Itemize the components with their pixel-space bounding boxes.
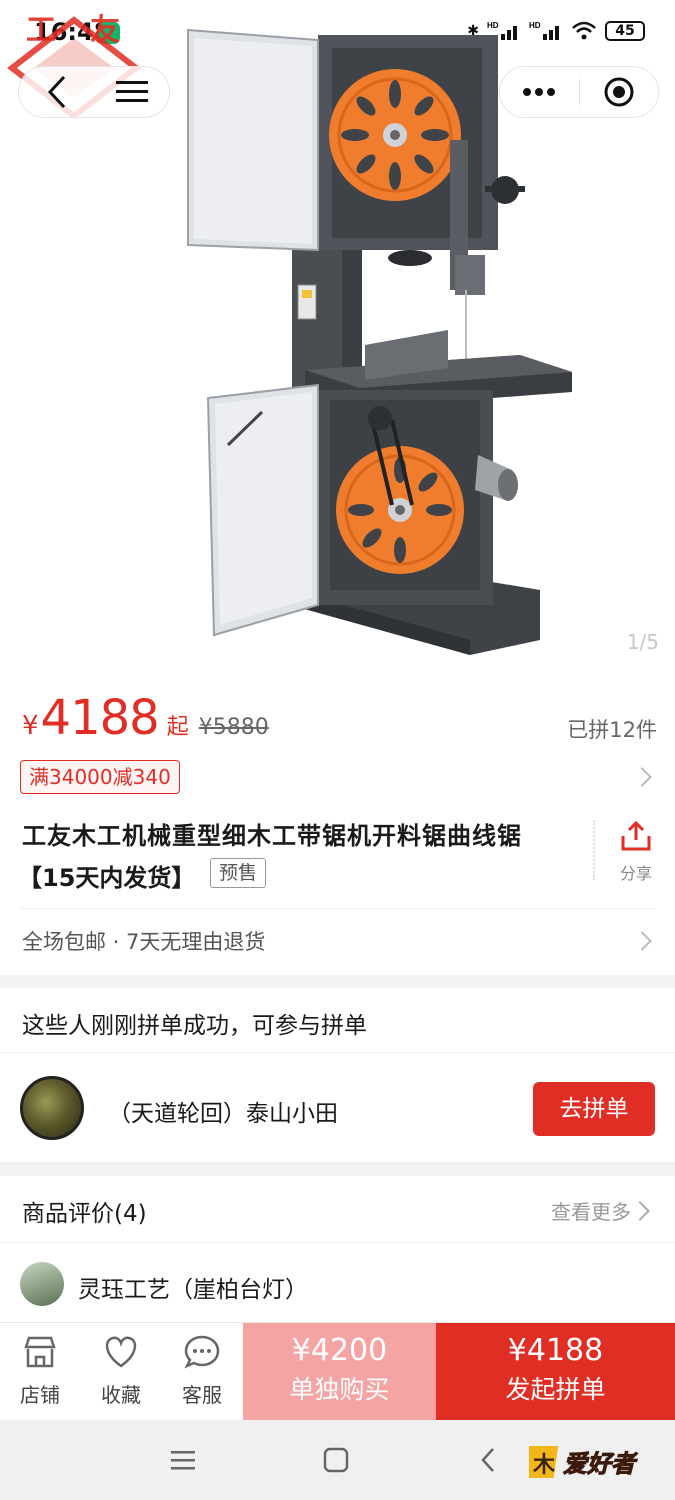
recent-apps-icon[interactable]: [168, 1448, 198, 1472]
price-suffix: 起: [166, 715, 189, 740]
share-label: 分享: [619, 864, 652, 883]
store-icon: [24, 1336, 56, 1368]
review-divider: [0, 1242, 675, 1243]
share-button[interactable]: 分享: [612, 820, 660, 884]
customer-service-button[interactable]: 客服: [162, 1335, 242, 1408]
nav-capsule-right: [499, 66, 659, 118]
join-group-button[interactable]: 去拼单: [533, 1082, 655, 1136]
original-price: ¥5880: [198, 715, 269, 740]
product-info-card: ¥ 4188 起 ¥5880 已拼12件 满34000减340 工友木工机械重型…: [0, 670, 675, 975]
chevron-left-icon: [47, 75, 65, 109]
group-divider: [0, 1052, 675, 1053]
service-promise[interactable]: 全场包邮 · 7天无理由退货: [22, 926, 265, 956]
svg-text:HD: HD: [487, 21, 499, 30]
group-user-name: （天道轮回）泰山小田: [108, 1101, 338, 1127]
favorite-button[interactable]: 收藏: [81, 1335, 161, 1408]
store-button[interactable]: 店铺: [0, 1335, 80, 1408]
menu-button[interactable]: [94, 67, 169, 117]
group-buy-price: ¥4188: [507, 1333, 604, 1368]
service-chevron-icon[interactable]: [632, 931, 652, 951]
home-icon[interactable]: [322, 1446, 350, 1474]
buy-alone-button[interactable]: ¥4200 单独购买: [243, 1323, 436, 1421]
coupon-chevron-icon[interactable]: [632, 767, 652, 787]
product-image-gallery[interactable]: 1/5 16:48 ✱ HD HD 45 工 友: [0, 0, 675, 670]
group-buy-card: 这些人刚刚拼单成功，可参与拼单 （天道轮回）泰山小田 去拼单: [0, 988, 675, 1162]
svg-text:木: 木: [532, 1453, 556, 1478]
image-counter: 1/5: [626, 630, 659, 654]
system-navigation-bar: 木 爱好者: [0, 1420, 675, 1500]
product-title: 工友木工机械重型细木工带锯机开料锯曲线锯: [22, 822, 522, 850]
wifi-icon: [572, 21, 596, 40]
group-price: 4188: [40, 690, 160, 746]
store-label: 店铺: [20, 1383, 60, 1407]
price-row: ¥ 4188 起 ¥5880: [22, 690, 269, 746]
view-more-chevron-icon[interactable]: [630, 1201, 650, 1221]
buy-alone-price: ¥4200: [291, 1333, 388, 1368]
target-close-icon: [604, 77, 634, 107]
reviews-card: 商品评价(4) 查看更多 灵珏工艺（崖柏台灯）: [0, 1176, 675, 1326]
more-button[interactable]: [500, 67, 579, 117]
group-buy-heading: 这些人刚刚拼单成功，可参与拼单: [22, 1013, 367, 1039]
svg-text:HD: HD: [529, 21, 541, 30]
info-divider: [20, 908, 655, 909]
favorite-label: 收藏: [101, 1383, 141, 1407]
group-buy-label: 发起拼单: [505, 1375, 606, 1404]
reviews-heading: 商品评价(4): [22, 1201, 147, 1227]
coupon-badge[interactable]: 满34000减340: [20, 760, 180, 794]
hamburger-menu-icon: [115, 81, 148, 102]
close-miniprogram-button[interactable]: [580, 67, 659, 117]
bluetooth-icon: ✱: [467, 23, 479, 39]
chat-bubble-icon: [184, 1335, 220, 1369]
product-title-shipping: 【15天内发货】: [18, 864, 196, 892]
customer-service-label: 客服: [182, 1383, 222, 1407]
reviewer-name: 灵珏工艺（崖柏台灯）: [78, 1277, 308, 1303]
heart-icon: [105, 1336, 137, 1368]
presale-tag: 预售: [210, 858, 267, 888]
svg-text:爱好者: 爱好者: [563, 1450, 638, 1478]
avatar: [20, 1076, 84, 1140]
signal-icon: HD: [487, 21, 517, 40]
start-group-buy-button[interactable]: ¥4188 发起拼单: [436, 1323, 675, 1421]
reviewer-avatar: [20, 1262, 64, 1306]
back-button[interactable]: [19, 67, 94, 117]
nav-capsule-left: [18, 66, 170, 118]
bottom-action-bar: 店铺 收藏 客服 ¥4200 单独购买 ¥4188 发起拼单: [0, 1322, 675, 1421]
share-icon: [621, 820, 651, 851]
buy-alone-label: 单独购买: [289, 1375, 390, 1404]
watermark-logo: 木 爱好者: [529, 1446, 638, 1479]
svg-text:友: 友: [90, 13, 120, 48]
share-separator: [593, 820, 595, 880]
more-dots-icon: [523, 88, 556, 96]
status-indicators: ✱ HD HD 45: [467, 20, 645, 42]
sold-count: 已拼12件: [567, 718, 657, 742]
back-nav-icon[interactable]: [478, 1446, 498, 1474]
signal-icon-2: HD: [529, 21, 559, 40]
battery-indicator: 45: [605, 21, 645, 41]
price-currency: ¥: [22, 711, 39, 741]
view-more-reviews-link[interactable]: 查看更多: [551, 1196, 631, 1225]
svg-text:工: 工: [26, 13, 56, 48]
